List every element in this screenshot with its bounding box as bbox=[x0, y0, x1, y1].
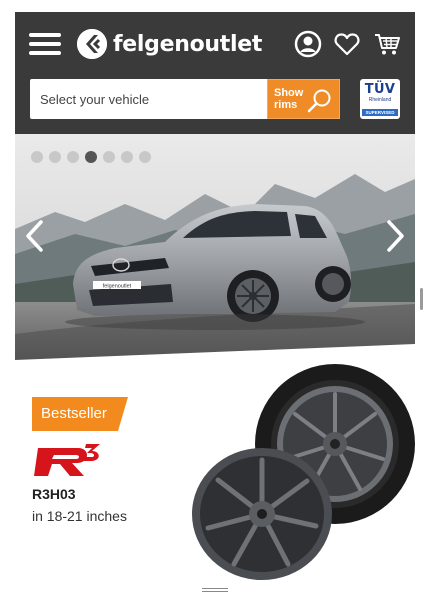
logo-icon bbox=[77, 29, 107, 59]
account-icon[interactable] bbox=[294, 30, 322, 58]
brand-name: felgenoutlet bbox=[113, 31, 263, 57]
search-icon bbox=[307, 89, 331, 113]
hero-car-image[interactable]: felgenoutlet bbox=[15, 134, 415, 366]
site-logo[interactable]: felgenoutlet bbox=[77, 26, 262, 62]
tuv-title: TÜV bbox=[364, 82, 396, 97]
slider-next-button[interactable] bbox=[383, 218, 407, 254]
slider-dot[interactable] bbox=[67, 151, 79, 163]
hero-slider: felgenoutlet Bestseller R3H03 in 18-21 i… bbox=[15, 134, 415, 582]
app-frame: felgenoutlet Select your vehicle Show ri… bbox=[0, 0, 425, 595]
site-header: felgenoutlet Select your vehicle Show ri… bbox=[15, 12, 415, 134]
slider-dot[interactable] bbox=[85, 151, 97, 163]
chevron-right-icon bbox=[387, 220, 404, 252]
slider-dot[interactable] bbox=[31, 151, 43, 163]
slider-dot[interactable] bbox=[121, 151, 133, 163]
bestseller-label: Bestseller bbox=[41, 405, 107, 422]
slider-prev-button[interactable] bbox=[23, 218, 47, 254]
scrollbar-thumb[interactable] bbox=[420, 288, 423, 310]
tuv-seal[interactable]: TÜV Rheinland SUPERVISED bbox=[360, 79, 400, 119]
show-rims-button[interactable]: Show rims bbox=[267, 79, 340, 119]
menu-icon[interactable] bbox=[29, 33, 61, 55]
slider-dot[interactable] bbox=[103, 151, 115, 163]
product-name[interactable]: R3H03 bbox=[32, 486, 76, 502]
page: felgenoutlet Select your vehicle Show ri… bbox=[15, 12, 415, 582]
show-rims-label: Show rims bbox=[274, 87, 304, 111]
bottom-drag-handle[interactable] bbox=[202, 588, 228, 593]
wheel-product-image[interactable] bbox=[170, 354, 415, 582]
bestseller-badge: Bestseller bbox=[32, 397, 128, 431]
product-sizes: in 18-21 inches bbox=[32, 508, 127, 524]
slider-dot[interactable] bbox=[139, 151, 151, 163]
r3-brand-logo[interactable] bbox=[32, 442, 104, 478]
tuv-subtitle: Rheinland bbox=[368, 97, 392, 103]
slider-dot[interactable] bbox=[49, 151, 61, 163]
vehicle-select-input[interactable] bbox=[30, 79, 267, 119]
cart-icon[interactable] bbox=[373, 30, 401, 58]
tuv-band: SUPERVISED bbox=[362, 109, 398, 116]
svg-text:felgenoutlet: felgenoutlet bbox=[103, 284, 132, 290]
chevron-left-icon bbox=[26, 220, 43, 252]
heart-icon[interactable] bbox=[333, 30, 361, 58]
slider-pagination bbox=[31, 151, 151, 163]
